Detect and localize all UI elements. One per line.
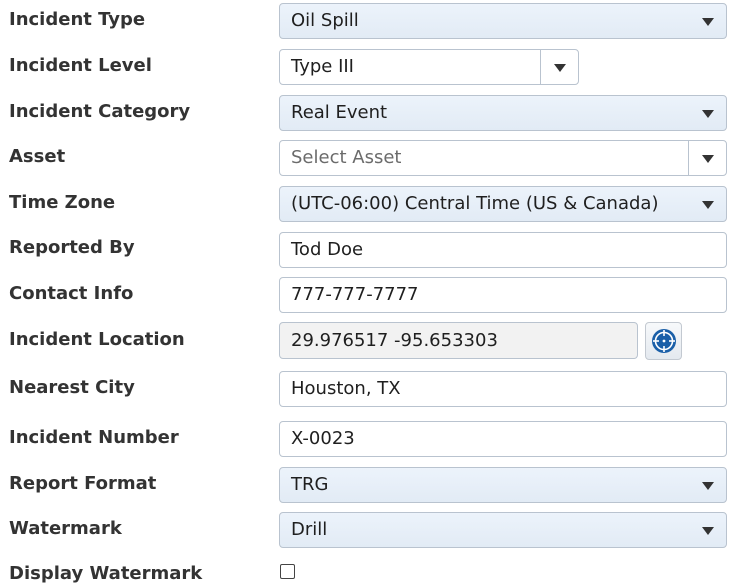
report-format-select[interactable]: TRG bbox=[279, 467, 727, 503]
crosshair-icon bbox=[652, 329, 676, 353]
display-watermark-checkbox[interactable] bbox=[280, 564, 295, 579]
reported-by-label: Reported By bbox=[9, 237, 135, 258]
incident-category-select[interactable]: Real Event bbox=[279, 95, 727, 131]
chevron-down-icon bbox=[702, 110, 714, 118]
asset-dropdown-button[interactable] bbox=[688, 141, 726, 175]
asset-placeholder: Select Asset bbox=[291, 147, 402, 168]
pick-location-button[interactable] bbox=[645, 322, 682, 360]
contact-info-label: Contact Info bbox=[9, 283, 134, 304]
report-format-label: Report Format bbox=[9, 473, 157, 494]
incident-type-value: Oil Spill bbox=[291, 10, 359, 31]
time-zone-label: Time Zone bbox=[9, 192, 116, 213]
incident-type-label: Incident Type bbox=[9, 9, 146, 30]
incident-location-label: Incident Location bbox=[9, 329, 185, 350]
asset-combobox[interactable]: Select Asset bbox=[279, 140, 727, 176]
incident-number-label: Incident Number bbox=[9, 427, 179, 448]
chevron-down-icon bbox=[702, 201, 714, 209]
incident-level-dropdown-button[interactable] bbox=[540, 50, 578, 84]
incident-type-select[interactable]: Oil Spill bbox=[279, 3, 727, 39]
chevron-down-icon bbox=[702, 155, 714, 163]
incident-number-input[interactable]: X-0023 bbox=[279, 421, 727, 457]
time-zone-select[interactable]: (UTC-06:00) Central Time (US & Canada) bbox=[279, 186, 727, 222]
watermark-value: Drill bbox=[291, 519, 328, 540]
chevron-down-icon bbox=[702, 482, 714, 490]
incident-level-value: Type III bbox=[291, 56, 354, 77]
incident-level-label: Incident Level bbox=[9, 55, 152, 76]
incident-category-label: Incident Category bbox=[9, 101, 191, 122]
reported-by-input[interactable]: Tod Doe bbox=[279, 232, 727, 268]
incident-location-input[interactable]: 29.976517 -95.653303 bbox=[279, 322, 638, 359]
watermark-label: Watermark bbox=[9, 518, 122, 539]
chevron-down-icon bbox=[702, 527, 714, 535]
nearest-city-input[interactable]: Houston, TX bbox=[279, 371, 727, 407]
contact-info-input[interactable]: 777-777-7777 bbox=[279, 277, 727, 313]
chevron-down-icon bbox=[702, 18, 714, 26]
nearest-city-label: Nearest City bbox=[9, 377, 135, 398]
time-zone-value: (UTC-06:00) Central Time (US & Canada) bbox=[291, 193, 659, 214]
asset-label: Asset bbox=[9, 146, 66, 167]
display-watermark-label: Display Watermark bbox=[9, 563, 203, 584]
incident-category-value: Real Event bbox=[291, 102, 388, 123]
report-format-value: TRG bbox=[291, 474, 329, 495]
watermark-select[interactable]: Drill bbox=[279, 512, 727, 548]
incident-level-combobox[interactable]: Type III bbox=[279, 49, 579, 85]
chevron-down-icon bbox=[554, 64, 566, 72]
